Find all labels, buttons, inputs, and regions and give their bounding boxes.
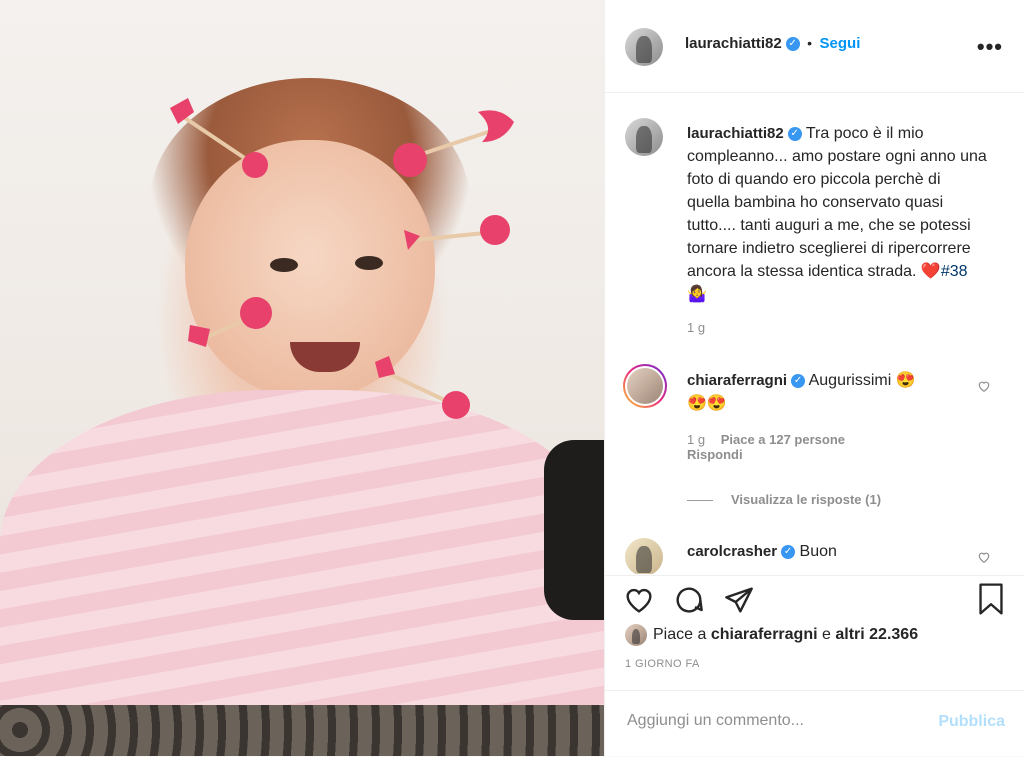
shrug-emoji: 🤷‍♀️: [687, 286, 707, 303]
author-avatar[interactable]: [625, 28, 663, 66]
comment-username[interactable]: carolcrasher: [687, 543, 777, 560]
commenter-avatar[interactable]: [625, 538, 663, 574]
cupid-arrows-sticker: [170, 98, 514, 419]
post-header: laurachiatti82 ✓ • Segui •••: [605, 0, 1024, 93]
instagram-post: laurachiatti82 ✓ • Segui ••• laurachiatti…: [0, 0, 1024, 756]
comment-like-heart-icon[interactable]: [977, 550, 991, 564]
comment-text: Augurissimi 😍: [808, 372, 916, 389]
commenter-avatar-ring[interactable]: [623, 364, 667, 408]
comment-time[interactable]: 1 g: [687, 432, 705, 447]
comment-carolcrasher-row: carolcrasher ✓ Buon: [605, 532, 1024, 574]
header-user-line: laurachiatti82 ✓ • Segui: [685, 35, 860, 53]
reply-button[interactable]: Rispondi: [687, 447, 743, 462]
comment-carolcrasher: carolcrasher ✓ Buon: [687, 540, 837, 563]
verified-badge-icon: ✓: [791, 373, 806, 388]
liker-avatar[interactable]: [625, 624, 647, 646]
view-replies-label[interactable]: Visualizza le risposte (1): [731, 492, 881, 507]
caption-time[interactable]: 1 g: [687, 320, 705, 335]
action-bar: [605, 575, 1024, 626]
add-comment-bar: Pubblica: [605, 690, 1024, 757]
comment-text: Buon: [799, 543, 837, 560]
bullet-separator: •: [807, 35, 813, 51]
comment-meta: 1 g Piace a 127 persone Rispondi: [687, 432, 845, 462]
post-sidebar: laurachiatti82 ✓ • Segui ••• laurachiatti…: [604, 0, 1024, 756]
likes-summary: Piace a chiaraferragni e altri 22.366: [625, 624, 918, 646]
comment-text-line2: 😍😍: [687, 395, 727, 412]
comment-chiaraferragni: chiaraferragni ✓ Augurissimi 😍 😍😍: [687, 369, 977, 415]
caption-author-avatar[interactable]: [625, 118, 663, 156]
paper-plane-icon[interactable]: [723, 584, 755, 616]
post-photo[interactable]: [0, 0, 604, 756]
comment-like-heart-icon[interactable]: [977, 379, 991, 393]
caption-username[interactable]: laurachiatti82: [687, 125, 784, 142]
verified-badge-icon: ✓: [787, 126, 802, 141]
likes-prefix: Piace a: [653, 626, 707, 644]
comment-likes[interactable]: Piace a 127 persone: [721, 432, 845, 447]
bookmark-icon[interactable]: [975, 582, 1007, 616]
heart-icon[interactable]: [623, 584, 655, 616]
post-date[interactable]: 1 GIORNO FA: [625, 658, 700, 670]
likes-others[interactable]: altri 22.366: [835, 626, 918, 643]
liker-username[interactable]: chiaraferragni: [711, 626, 818, 643]
comment-username[interactable]: chiaraferragni: [687, 372, 787, 389]
comment-input[interactable]: [625, 711, 919, 731]
verified-badge-icon: ✓: [785, 36, 800, 51]
post-caption: laurachiatti82 ✓ Tra poco è il mio comple…: [687, 122, 987, 306]
follow-button[interactable]: Segui: [820, 35, 861, 52]
heart-emoji: ❤️: [920, 263, 941, 280]
comment-bubble-icon[interactable]: [673, 584, 705, 616]
replies-line: ——: [687, 492, 713, 507]
caption-text: Tra poco è il mio compleanno... amo post…: [687, 125, 987, 280]
hashtag-link[interactable]: #38: [941, 263, 968, 280]
publish-button[interactable]: Pubblica: [938, 713, 1005, 731]
verified-badge-icon: ✓: [781, 544, 796, 559]
view-replies[interactable]: —— Visualizza le risposte (1): [687, 492, 881, 507]
likes-middle: e: [822, 626, 831, 644]
author-username[interactable]: laurachiatti82: [685, 35, 782, 52]
more-options-icon[interactable]: •••: [977, 34, 1003, 60]
